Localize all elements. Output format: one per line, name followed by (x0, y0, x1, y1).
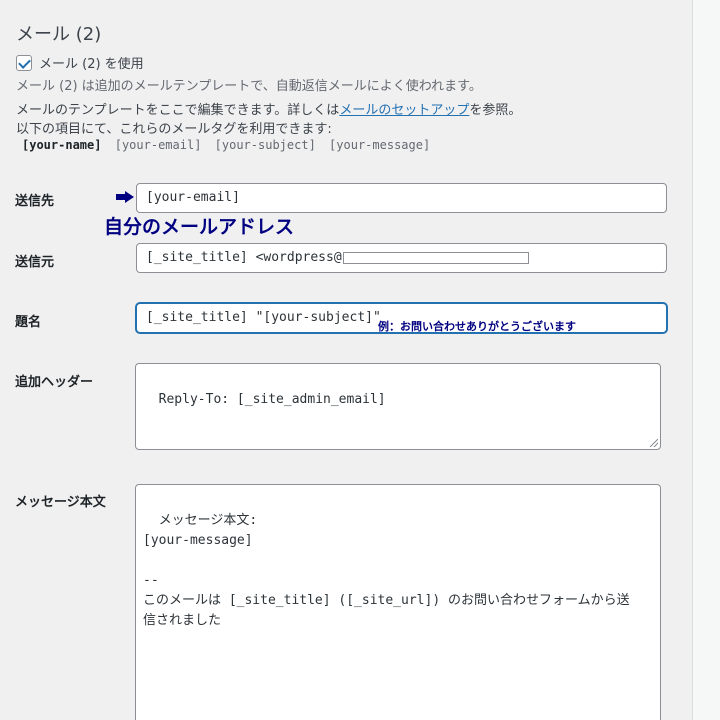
right-arrow-icon (116, 191, 134, 203)
mail-tag[interactable]: [your-message] (329, 138, 430, 152)
mail-tag[interactable]: [your-name] (22, 138, 101, 152)
section-description: メール (2) は追加のメールテンプレートで、自動返信メールによく使われます。 (16, 79, 482, 94)
use-mail-2-row[interactable]: メール (2) を使用 (16, 53, 144, 72)
template-note-suffix: を参照。 (469, 103, 522, 118)
template-note-prefix: メールのテンプレートをここで編集できます。詳しくは (16, 103, 340, 118)
section-title: メール (2) (16, 24, 102, 45)
redacted-domain-box (342, 251, 529, 264)
use-mail-2-label: メール (2) を使用 (39, 57, 144, 72)
right-panel-edge (692, 0, 720, 720)
headers-label: 追加ヘッダー (15, 375, 94, 390)
to-annotation: 自分のメールアドレス (104, 217, 295, 238)
resize-grip-icon[interactable] (650, 439, 658, 447)
mail-tag[interactable]: [your-subject] (215, 138, 316, 152)
use-mail-2-checkbox[interactable] (16, 54, 32, 71)
body-value: メッセージ本文: [your-message] -- このメールは [_site… (143, 513, 630, 628)
body-label: メッセージ本文 (15, 495, 106, 510)
template-note: メールのテンプレートをここで編集できます。詳しくはメールのセットアップを参照。 (16, 99, 521, 118)
tags-note: 以下の項目にて、これらのメールタグを利用できます: (16, 122, 332, 137)
from-input[interactable]: [_site_title] <wordpress@ (136, 243, 667, 273)
mail-tag[interactable]: [your-email] (115, 138, 202, 152)
mail-setup-link[interactable]: メールのセットアップ (339, 103, 469, 118)
headers-textarea[interactable]: Reply-To: [_site_admin_email] (135, 363, 661, 450)
mail-tags: [your-name] [your-email] [your-subject] … (22, 138, 436, 152)
to-label: 送信先 (15, 194, 55, 209)
from-value: [_site_title] <wordpress@ (146, 250, 342, 265)
subject-annotation: 例：お問い合わせありがとうございます (378, 321, 576, 333)
headers-value: Reply-To: [_site_admin_email] (158, 392, 386, 407)
body-textarea[interactable]: メッセージ本文: [your-message] -- このメールは [_site… (135, 484, 661, 720)
to-input[interactable]: [your-email] (136, 183, 667, 213)
subject-label: 題名 (15, 315, 42, 330)
from-label: 送信元 (15, 255, 55, 270)
